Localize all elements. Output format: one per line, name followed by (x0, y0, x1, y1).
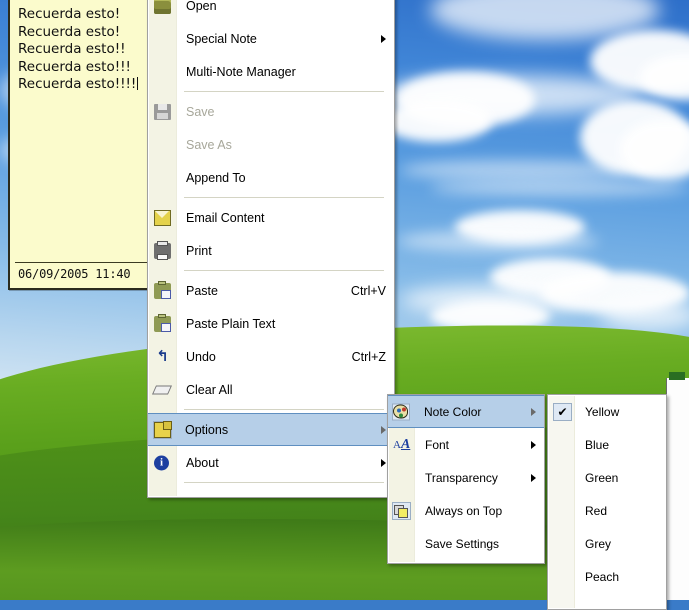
menu-separator (184, 197, 384, 198)
note-line-with-caret: Recuerda esto!!!! (18, 76, 148, 94)
submenu-item-always-on-top[interactable]: Always on Top (388, 494, 544, 527)
menu-item-multi-note-manager[interactable]: Multi-Note Manager (148, 55, 394, 88)
menu-item-about[interactable]: i About (148, 446, 394, 479)
text-caret (137, 77, 139, 90)
menu-item-label: Multi-Note Manager (186, 64, 296, 79)
submenu-item-font[interactable]: AA Font (388, 428, 544, 461)
menu-separator (184, 482, 384, 483)
menu-item-label: Paste Plain Text (186, 316, 276, 331)
background-window-edge (666, 372, 689, 600)
menu-item-label: Undo (186, 349, 216, 364)
note-line: Recuerda esto! (18, 6, 121, 22)
menu-item-undo[interactable]: ↰ Undo Ctrl+Z (148, 340, 394, 373)
context-menu[interactable]: Open Special Note Multi-Note Manager Sav… (147, 0, 395, 498)
menu-item-paste-plain-text[interactable]: Paste Plain Text (148, 307, 394, 340)
menu-separator (184, 91, 384, 92)
menu-item-label: Open (186, 0, 217, 13)
submenu-item-transparency[interactable]: Transparency (388, 461, 544, 494)
menu-item-paste[interactable]: Paste Ctrl+V (148, 274, 394, 307)
color-item-label: Green (585, 470, 619, 485)
font-icon: AA (393, 436, 411, 452)
envelope-icon (154, 209, 171, 226)
submenu-item-save-settings[interactable]: Save Settings (388, 527, 544, 560)
menu-item-append-to[interactable]: Append To (148, 161, 394, 194)
submenu-item-label: Transparency (425, 470, 498, 485)
folder-icon (154, 0, 171, 14)
color-item-label: Yellow (585, 404, 620, 419)
submenu-arrow-icon (381, 425, 386, 434)
menu-item-open[interactable]: Open (148, 0, 394, 22)
note-color-submenu[interactable]: ✔ Yellow Blue Green Red Grey Peach (547, 394, 667, 610)
submenu-arrow-icon (381, 34, 386, 43)
color-palette-icon (392, 403, 410, 420)
menu-item-label: Options (185, 422, 229, 437)
menu-item-label: Save (186, 104, 215, 119)
color-item-peach[interactable]: Peach (548, 560, 666, 593)
color-item-label: Grey (585, 536, 612, 551)
menu-item-label: Save As (186, 137, 232, 152)
menu-item-accelerator: Ctrl+V (350, 283, 386, 298)
color-item-red[interactable]: Red (548, 494, 666, 527)
color-item-green[interactable]: Green (548, 461, 666, 494)
color-item-label: Blue (585, 437, 610, 452)
options-icon (153, 420, 172, 439)
submenu-item-label: Save Settings (425, 536, 500, 551)
background-window-tab (669, 372, 685, 380)
info-icon: i (154, 455, 169, 470)
menu-item-print[interactable]: Print (148, 234, 394, 267)
undo-arrow-icon: ↰ (156, 347, 169, 365)
menu-item-label: About (186, 455, 219, 470)
menu-item-special-note[interactable]: Special Note (148, 22, 394, 55)
checkmark-icon: ✔ (553, 402, 572, 421)
submenu-arrow-icon (531, 440, 536, 449)
menu-item-label: Paste (186, 283, 218, 298)
color-item-label: Peach (585, 569, 620, 584)
color-item-yellow[interactable]: ✔ Yellow (548, 395, 666, 428)
menu-item-label: Email Content (186, 210, 265, 225)
note-line: Recuerda esto!!! (18, 58, 131, 75)
clipboard-text-icon (154, 313, 171, 332)
sticky-note-window[interactable]: Recuerda esto! Recuerda esto! Recuerda e… (8, 0, 156, 290)
color-item-grey[interactable]: Grey (548, 527, 666, 560)
submenu-arrow-icon (531, 473, 536, 482)
submenu-arrow-icon (381, 458, 386, 467)
menu-item-save-as: Save As (148, 128, 394, 161)
menu-item-email-content[interactable]: Email Content (148, 201, 394, 234)
note-line: Recuerda esto! (18, 23, 121, 40)
menu-item-label: Append To (186, 170, 246, 185)
options-submenu[interactable]: Note Color AA Font Transparency Always o… (387, 394, 545, 564)
sticky-note-text-area[interactable]: Recuerda esto! Recuerda esto! Recuerda e… (10, 0, 154, 262)
submenu-item-label: Always on Top (425, 503, 503, 518)
submenu-item-label: Font (425, 437, 450, 452)
menu-item-label: Clear All (186, 382, 233, 397)
menu-item-label: Special Note (186, 31, 257, 46)
cloud (430, 180, 689, 196)
cloud (398, 230, 598, 252)
menu-item-options[interactable]: Options (148, 413, 394, 446)
floppy-disk-icon (154, 103, 171, 120)
cloud (382, 100, 492, 142)
menu-item-save: Save (148, 95, 394, 128)
note-line-text: Recuerda esto!!!! (18, 76, 137, 92)
submenu-item-note-color[interactable]: Note Color (388, 395, 544, 428)
color-item-label: Red (585, 503, 608, 518)
menu-item-clear-all[interactable]: Clear All (148, 373, 394, 406)
cloud (400, 160, 630, 180)
submenu-item-label: Note Color (424, 404, 482, 419)
menu-separator (184, 409, 384, 410)
menu-item-close[interactable] (148, 486, 394, 519)
menu-item-accelerator: Ctrl+Z (351, 349, 386, 364)
cloud (600, 300, 689, 330)
submenu-arrow-icon (531, 407, 536, 416)
clipboard-paste-icon (154, 280, 171, 299)
note-line: Recuerda esto!! (18, 41, 126, 57)
always-on-top-icon (392, 501, 411, 520)
eraser-icon (151, 385, 173, 394)
menu-item-label: Print (186, 243, 212, 258)
menu-separator (184, 270, 384, 271)
note-timestamp: 06/09/2005 11:40 (18, 267, 131, 281)
color-item-blue[interactable]: Blue (548, 428, 666, 461)
printer-icon (154, 240, 171, 260)
